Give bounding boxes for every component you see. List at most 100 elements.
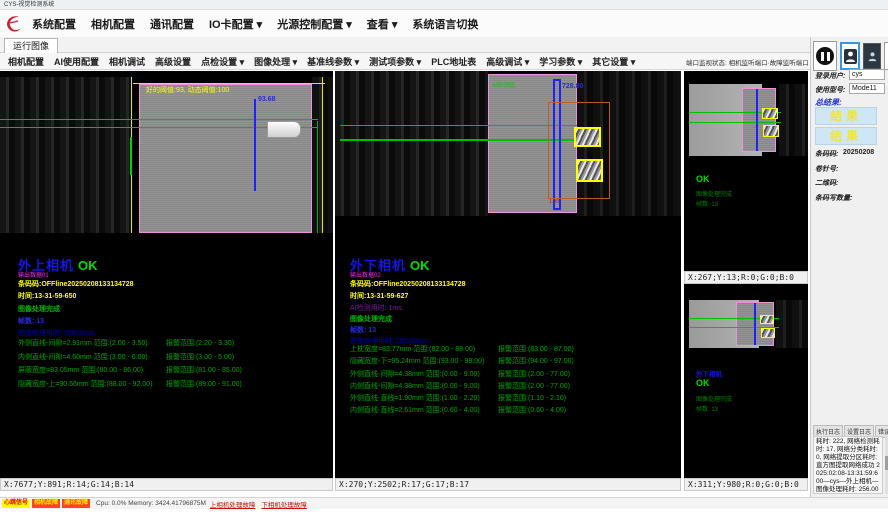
tool-camera-config[interactable]: 相机配置: [8, 55, 44, 68]
tool-spot-check[interactable]: 点检设置 ▾: [201, 55, 244, 68]
cpu-memory-label: Cpu: 0.0% Memory: 3424.41796875M: [96, 500, 206, 507]
menu-light-config[interactable]: 光源控制配置 ▾: [277, 16, 352, 32]
measure-row: 外侧直线-间隙=4.38mm 范围:(0.00 - 9.00)报警范围:(2.0…: [350, 369, 574, 381]
left-connector-part: [267, 121, 301, 138]
port-status-label: 端口监视状态: 相机监听端口·故障监听端口: [686, 57, 809, 67]
measure-value: 屏蔽宽度=83.05mm 范围:(80.00 - 86.00): [18, 364, 166, 378]
model-label: 使用型号:: [815, 85, 845, 95]
tool-ai-use-config[interactable]: AI使用配置: [54, 55, 99, 68]
middle-red-value: 1.90: [549, 199, 559, 205]
title-bar: CYS-视觉检测系统: [0, 0, 888, 10]
left-barcode-label: 条码码:OFFline20250208133134728: [18, 279, 134, 289]
tab-run-image[interactable]: 运行图像: [4, 38, 58, 53]
menu-comm-config[interactable]: 通讯配置: [150, 16, 194, 32]
left-output-label: 输出数据01: [18, 270, 49, 279]
small-bottom-line: 图像处理完成: [696, 394, 732, 403]
menu-bar: 系统配置 相机配置 通讯配置 IO卡配置 ▾ 光源控制配置 ▾ 查看 ▾ 系统语…: [0, 10, 888, 37]
menu-camera-config[interactable]: 相机配置: [91, 16, 135, 32]
tool-advanced-settings[interactable]: 高级设置: [155, 55, 191, 68]
measure-value: 外侧直线-直线=1.90mm 范围:(1.00 - 2.20): [350, 393, 498, 405]
small-bottom-coords-bar: X:311;Y:980;R:0;G:0;B:0: [684, 478, 808, 491]
measure-row: 外侧直线-直线=1.90mm 范围:(1.00 - 2.20)报警范围:(1.1…: [350, 393, 574, 405]
status-bar: 心跳信号 相机故障 通讯故障 Cpu: 0.0% Memory: 3424.41…: [0, 497, 888, 509]
control-buttons: [813, 41, 888, 71]
measure-value: 上枕宽度=83.77mm 范围:(82.00 - 88.00): [350, 344, 498, 356]
menu-view[interactable]: 查看 ▾: [367, 16, 398, 32]
left-blue-measure-value: 93.68: [258, 96, 276, 103]
menu-io-config[interactable]: IO卡配置 ▾: [209, 16, 262, 32]
measure-row: 内侧直线-间隙=4.60mm 范围:(3.00 - 6.00)报警范围:(3.0…: [18, 351, 242, 365]
camera-view-small-bottom[interactable]: 外下相机 OK 图像处理完成 帧数: 13: [684, 284, 808, 478]
middle-time-label: 时间:13-31-59-627: [350, 291, 408, 301]
alarm-range: 报警范围:(0.60 - 4.00): [498, 405, 566, 417]
tool-learn-params[interactable]: 学习参数 ▾: [539, 55, 582, 68]
alarm-range: 报警范围:(81.00 - 85.00): [166, 364, 242, 378]
left-time-label: 时间:13-31-59-650: [18, 291, 76, 301]
comm-fault-badge: 通讯故障: [62, 499, 90, 508]
tool-camera-debug[interactable]: 相机调试: [109, 55, 145, 68]
pause-button[interactable]: [813, 41, 837, 71]
small-bottom-line: 帧数: 13: [696, 404, 718, 413]
middle-ai-time-label: AI检测用时: 1ms: [350, 303, 402, 313]
write-count-label: 条码写数量:: [815, 193, 852, 203]
exit-button[interactable]: [884, 42, 888, 70]
result-box-top: 结果: [815, 107, 877, 125]
camera-view-middle[interactable]: AI检测区 728.80 1.90 外下相机OK 输出数据02 条码码:OFFl…: [335, 71, 681, 478]
user-icon: [844, 49, 857, 64]
pin-number-label: 卷针号:: [815, 164, 838, 174]
measure-row: 屏蔽宽度=83.05mm 范围:(80.00 - 86.00)报警范围:(81.…: [18, 364, 242, 378]
small-top-ok: OK: [696, 174, 710, 184]
small-bottom-ok: OK: [696, 378, 710, 388]
tool-test-params[interactable]: 测试项参数 ▾: [369, 55, 421, 68]
login-user-input[interactable]: cys: [849, 69, 885, 80]
measure-value: 外侧直线-间隙=4.38mm 范围:(0.00 - 9.00): [350, 369, 498, 381]
small-top-line: 帧数: 13: [696, 199, 718, 208]
middle-yellow-rect-2: [576, 159, 603, 182]
model-input[interactable]: Mode11: [849, 83, 885, 94]
alarm-range: 报警范围:(2.00 - 77.00): [498, 381, 570, 393]
alarm-range: 报警范围:(83.00 - 87.00): [498, 344, 574, 356]
user-dark-icon: [867, 50, 878, 63]
top-camera-error-link[interactable]: 上相机处理故障: [210, 499, 256, 509]
measure-value: 内侧直线-间隙=4.38mm 范围:(0.00 - 9.00): [350, 381, 498, 393]
alarm-range: 报警范围:(2.00 - 77.00): [498, 369, 570, 381]
measure-row: 上枕宽度=83.77mm 范围:(82.00 - 88.00)报警范围:(83.…: [350, 344, 574, 356]
login-user-label: 登录用户:: [815, 71, 845, 81]
middle-camera-ok: OK: [410, 258, 430, 273]
small-bottom-image: [684, 300, 808, 348]
tool-baseline-params[interactable]: 基准线参数 ▾: [307, 55, 359, 68]
pause-icon: [816, 47, 834, 65]
alarm-range: 报警范围:(94.00 - 97.00): [498, 356, 574, 368]
menu-system-config[interactable]: 系统配置: [32, 16, 76, 32]
alarm-range: 报警范围:(2.20 - 3.30): [166, 337, 234, 351]
middle-status-label: 图像处理完成: [350, 314, 392, 324]
user-manage-button[interactable]: [863, 43, 881, 69]
small-top-coords-bar: X:267;Y:13;R:0;G:0;B:0: [684, 271, 808, 284]
menu-language-switch[interactable]: 系统语言切换: [412, 16, 478, 32]
tool-advanced-debug[interactable]: 高级调试 ▾: [486, 55, 529, 68]
barcode-label: 条码码:: [815, 149, 838, 159]
tool-plc-address[interactable]: PLC地址表: [431, 55, 476, 68]
middle-coords-bar: X:270;Y:2502;R:17;G:17;B:17: [335, 478, 681, 491]
left-threshold-label: 好的阈值:93, 动态阈值:100: [146, 85, 229, 95]
camera-view-left[interactable]: 好的阈值:93, 动态阈值:100 93.68 外上相机OK 输出数据01 条码…: [0, 71, 333, 478]
left-coords-bar: X:7677;Y:891;R:14;G:14;B:14: [0, 478, 333, 491]
bottom-camera-error-link[interactable]: 下相机处理故障: [261, 499, 307, 509]
app-logo-icon: [4, 14, 24, 34]
measure-row: 内侧直线-间隙=4.38mm 范围:(0.00 - 9.00)报警范围:(2.0…: [350, 381, 574, 393]
barcode-value: 20250208: [843, 149, 874, 156]
left-roi-pink-rect: [139, 84, 312, 233]
middle-orange-rect: [548, 102, 610, 199]
left-status-label: 图像处理完成: [18, 304, 60, 314]
log-text-area[interactable]: 耗时: 222, 网络检测耗时: 17, 网络分类耗时: 0, 网络提取分区耗时…: [813, 436, 883, 494]
alarm-range: 报警范围:(89.00 - 91.00): [166, 378, 242, 392]
user-login-button[interactable]: [840, 42, 860, 70]
middle-blue-measure-value: 728.80: [562, 83, 583, 90]
middle-barcode-label: 条码码:OFFline20250208133134728: [350, 279, 466, 289]
tool-image-process[interactable]: 图像处理 ▾: [254, 55, 297, 68]
camera-view-small-top[interactable]: OK 图像处理完成 帧数: 13: [684, 71, 808, 271]
small-top-line: 图像处理完成: [696, 189, 732, 198]
middle-camera-image: AI检测区 728.80 1.90: [335, 71, 681, 216]
tool-other-settings[interactable]: 其它设置 ▾: [592, 55, 635, 68]
alarm-range: 报警范围:(3.00 - 5.00): [166, 351, 234, 365]
